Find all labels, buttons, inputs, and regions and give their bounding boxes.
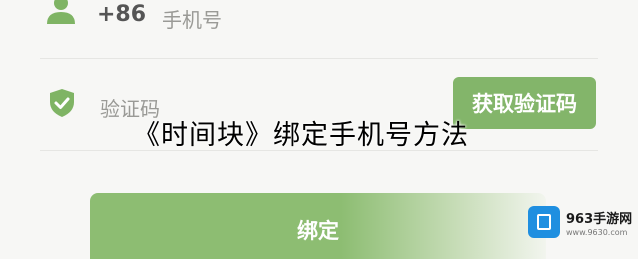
bind-button[interactable]: 绑定 (90, 193, 546, 259)
user-icon (47, 0, 75, 24)
watermark: 963手游网 www.9630.com (528, 204, 636, 250)
overlay-title: 《时间块》绑定手机号方法 (133, 120, 469, 151)
shield-check-icon (50, 89, 74, 117)
divider (40, 58, 598, 59)
get-code-button[interactable]: 获取验证码 (453, 77, 596, 129)
phone-input[interactable]: 手机号 (162, 4, 222, 33)
watermark-logo-icon (528, 206, 560, 238)
country-code[interactable]: +86 (97, 2, 146, 27)
phone-row: +86 手机号 (0, 0, 638, 60)
watermark-url: www.9630.com (566, 228, 628, 237)
watermark-title: 963手游网 (566, 212, 633, 227)
